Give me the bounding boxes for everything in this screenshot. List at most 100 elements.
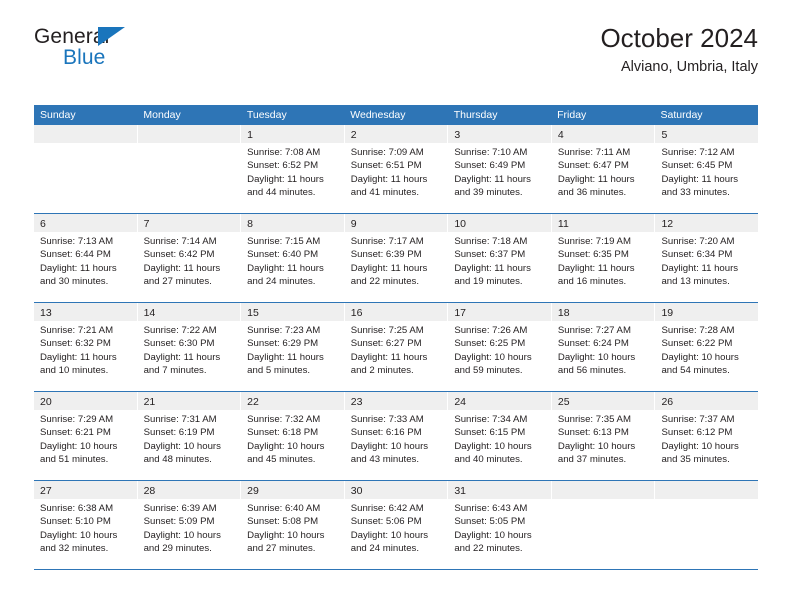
- calendar-day-cell[interactable]: 7 Sunrise: 7:14 AM Sunset: 6:42 PM Daylight…: [137, 214, 242, 302]
- day-details: Sunrise: 7:19 AM Sunset: 6:35 PM Daylight:…: [552, 232, 655, 288]
- day-number-band: 6: [34, 214, 137, 232]
- day-number: 10: [454, 218, 466, 230]
- calendar-day-cell[interactable]: 2 Sunrise: 7:09 AM Sunset: 6:51 PM Daylight…: [344, 125, 449, 213]
- day-number: 6: [40, 218, 46, 230]
- sunset-text: Sunset: 6:42 PM: [143, 249, 215, 261]
- daylight-text-line2: and 39 minutes.: [454, 186, 523, 198]
- day-number-band: 25: [551, 392, 655, 410]
- calendar-week-row: 20 Sunrise: 7:29 AM Sunset: 6:21 PM Dayligh…: [34, 392, 759, 481]
- calendar-day-cell[interactable]: 16 Sunrise: 7:25 AM Sunset: 6:27 PM Dayligh…: [344, 303, 449, 391]
- calendar-day-cell[interactable]: 22 Sunrise: 7:32 AM Sunset: 6:18 PM Dayligh…: [241, 392, 345, 480]
- daylight-text-line1: Daylight: 10 hours: [40, 529, 118, 541]
- calendar-week-row: 13 Sunrise: 7:21 AM Sunset: 6:32 PM Dayligh…: [34, 303, 759, 392]
- sunrise-text: Sunrise: 7:25 AM: [350, 325, 424, 336]
- calendar-day-cell[interactable]: 1 Sunrise: 7:08 AM Sunset: 6:52 PM Daylight…: [241, 125, 345, 213]
- sunset-text: Sunset: 6:52 PM: [247, 160, 319, 172]
- day-details: Sunrise: 7:34 AM Sunset: 6:15 PM Daylight:…: [448, 410, 551, 466]
- calendar-grid: Sunday Monday Tuesday Wednesday Thursday…: [34, 105, 759, 570]
- day-details: Sunrise: 7:13 AM Sunset: 6:44 PM Daylight:…: [34, 232, 137, 288]
- calendar-day-cell[interactable]: 19 Sunrise: 7:28 AM Sunset: 6:22 PM Dayligh…: [655, 303, 759, 391]
- sunset-text: Sunset: 6:32 PM: [40, 338, 111, 350]
- calendar-day-cell[interactable]: 17 Sunrise: 7:26 AM Sunset: 6:25 PM Dayligh…: [448, 303, 552, 391]
- calendar-day-cell-empty: [655, 481, 759, 569]
- calendar-day-cell[interactable]: 5 Sunrise: 7:12 AM Sunset: 6:45 PM Daylight…: [655, 125, 759, 213]
- daylight-text-line1: Daylight: 11 hours: [661, 173, 739, 185]
- calendar-day-cell[interactable]: 28 Sunrise: 6:39 AM Sunset: 5:09 PM Dayligh…: [137, 481, 242, 569]
- calendar-day-cell[interactable]: 15 Sunrise: 7:23 AM Sunset: 6:29 PM Dayligh…: [241, 303, 345, 391]
- sunrise-text: Sunrise: 6:42 AM: [350, 503, 424, 514]
- calendar-day-cell[interactable]: 13 Sunrise: 7:21 AM Sunset: 6:32 PM Dayligh…: [34, 303, 138, 391]
- sunrise-text: Sunrise: 7:18 AM: [454, 236, 528, 247]
- calendar-day-cell[interactable]: 27 Sunrise: 6:38 AM Sunset: 5:10 PM Dayligh…: [34, 481, 138, 569]
- calendar-day-cell[interactable]: 24 Sunrise: 7:34 AM Sunset: 6:15 PM Dayligh…: [448, 392, 552, 480]
- sunrise-text: Sunrise: 6:40 AM: [247, 503, 321, 514]
- daylight-text-line2: and 41 minutes.: [350, 186, 420, 198]
- sunrise-text: Sunrise: 7:28 AM: [661, 325, 735, 336]
- sunrise-text: Sunrise: 7:22 AM: [143, 325, 217, 336]
- sunrise-text: Sunrise: 7:31 AM: [143, 414, 217, 425]
- calendar-day-cell[interactable]: 31 Sunrise: 6:43 AM Sunset: 5:05 PM Dayligh…: [448, 481, 552, 569]
- page-subtitle: Alviano, Umbria, Italy: [621, 59, 758, 76]
- calendar-day-cell[interactable]: 25 Sunrise: 7:35 AM Sunset: 6:13 PM Dayligh…: [551, 392, 656, 480]
- day-number-band: 20: [34, 392, 137, 410]
- day-details: Sunrise: 7:14 AM Sunset: 6:42 PM Daylight:…: [138, 232, 241, 288]
- day-details: Sunrise: 7:33 AM Sunset: 6:16 PM Daylight:…: [345, 410, 448, 466]
- day-number-band: 13: [34, 303, 137, 321]
- sunrise-text: Sunrise: 7:13 AM: [40, 236, 114, 247]
- day-number-band: 31: [448, 481, 551, 499]
- daylight-text-line2: and 22 minutes.: [454, 542, 523, 554]
- calendar-day-cell[interactable]: 11 Sunrise: 7:19 AM Sunset: 6:35 PM Dayligh…: [551, 214, 656, 302]
- calendar-day-cell[interactable]: 10 Sunrise: 7:18 AM Sunset: 6:37 PM Dayligh…: [448, 214, 552, 302]
- calendar-day-cell[interactable]: 18 Sunrise: 7:27 AM Sunset: 6:24 PM Dayligh…: [551, 303, 656, 391]
- daylight-text-line1: Daylight: 11 hours: [247, 351, 324, 363]
- calendar-day-cell[interactable]: 4 Sunrise: 7:11 AM Sunset: 6:47 PM Daylight…: [551, 125, 656, 213]
- daylight-text-line2: and 48 minutes.: [143, 453, 212, 465]
- day-number-band: 26: [655, 392, 759, 410]
- day-details: Sunrise: 7:28 AM Sunset: 6:22 PM Daylight:…: [655, 321, 758, 377]
- day-number-band: 5: [655, 125, 759, 143]
- day-details: Sunrise: 7:22 AM Sunset: 6:30 PM Daylight:…: [138, 321, 241, 377]
- day-details: Sunrise: 7:17 AM Sunset: 6:39 PM Daylight:…: [345, 232, 448, 288]
- day-number-band: 28: [137, 481, 241, 499]
- calendar-day-cell[interactable]: 20 Sunrise: 7:29 AM Sunset: 6:21 PM Dayligh…: [34, 392, 138, 480]
- title-block: October 2024 Alviano, Umbria, Italy: [600, 23, 758, 76]
- calendar-page: General Blue October 2024 Alviano, Umbri…: [0, 0, 792, 612]
- daylight-text-line1: Daylight: 10 hours: [557, 440, 636, 452]
- sunrise-text: Sunrise: 7:34 AM: [454, 414, 528, 425]
- day-number: 5: [661, 129, 668, 141]
- daylight-text-line1: Daylight: 10 hours: [454, 440, 532, 452]
- day-number-band: 4: [551, 125, 655, 143]
- calendar-day-cell[interactable]: 23 Sunrise: 7:33 AM Sunset: 6:16 PM Dayligh…: [344, 392, 449, 480]
- day-number-band: 17: [448, 303, 551, 321]
- calendar-day-cell[interactable]: 12 Sunrise: 7:20 AM Sunset: 6:34 PM Dayligh…: [655, 214, 759, 302]
- daylight-text-line1: Daylight: 10 hours: [454, 529, 532, 541]
- daylight-text-line2: and 45 minutes.: [247, 453, 316, 465]
- calendar-day-cell[interactable]: 21 Sunrise: 7:31 AM Sunset: 6:19 PM Dayligh…: [137, 392, 242, 480]
- sunset-text: Sunset: 6:49 PM: [454, 160, 526, 172]
- daylight-text-line1: Daylight: 10 hours: [557, 351, 636, 363]
- calendar-day-cell[interactable]: 29 Sunrise: 6:40 AM Sunset: 5:08 PM Dayligh…: [241, 481, 345, 569]
- day-number-band: 19: [655, 303, 759, 321]
- day-number: 27: [40, 485, 52, 497]
- daylight-text-line2: and 37 minutes.: [557, 453, 627, 465]
- day-details: Sunrise: 6:39 AM Sunset: 5:09 PM Daylight:…: [138, 499, 241, 555]
- day-number: 29: [247, 485, 259, 497]
- calendar-day-cell[interactable]: 6 Sunrise: 7:13 AM Sunset: 6:44 PM Daylight…: [34, 214, 138, 302]
- day-number-band: 11: [551, 214, 655, 232]
- calendar-day-cell[interactable]: 30 Sunrise: 6:42 AM Sunset: 5:06 PM Dayligh…: [344, 481, 449, 569]
- calendar-day-cell[interactable]: 9 Sunrise: 7:17 AM Sunset: 6:39 PM Daylight…: [344, 214, 449, 302]
- calendar-day-cell[interactable]: 14 Sunrise: 7:22 AM Sunset: 6:30 PM Dayligh…: [137, 303, 242, 391]
- sunrise-text: Sunrise: 6:43 AM: [454, 503, 528, 514]
- daylight-text-line2: and 43 minutes.: [350, 453, 420, 465]
- calendar-day-cell[interactable]: 3 Sunrise: 7:10 AM Sunset: 6:49 PM Daylight…: [448, 125, 552, 213]
- day-number: 17: [454, 307, 466, 319]
- day-details: Sunrise: 7:10 AM Sunset: 6:49 PM Daylight:…: [448, 143, 551, 199]
- day-number: 3: [454, 129, 461, 141]
- calendar-day-cell[interactable]: 26 Sunrise: 7:37 AM Sunset: 6:12 PM Dayligh…: [655, 392, 759, 480]
- daylight-text-line2: and 36 minutes.: [557, 186, 627, 198]
- calendar-week-row: 27 Sunrise: 6:38 AM Sunset: 5:10 PM Dayligh…: [34, 481, 759, 570]
- calendar-day-cell[interactable]: 8 Sunrise: 7:15 AM Sunset: 6:40 PM Daylight…: [241, 214, 345, 302]
- day-details: Sunrise: 6:40 AM Sunset: 5:08 PM Daylight:…: [241, 499, 344, 555]
- sunrise-text: Sunrise: 7:20 AM: [661, 236, 735, 247]
- daylight-text-line2: and 10 minutes.: [40, 364, 109, 376]
